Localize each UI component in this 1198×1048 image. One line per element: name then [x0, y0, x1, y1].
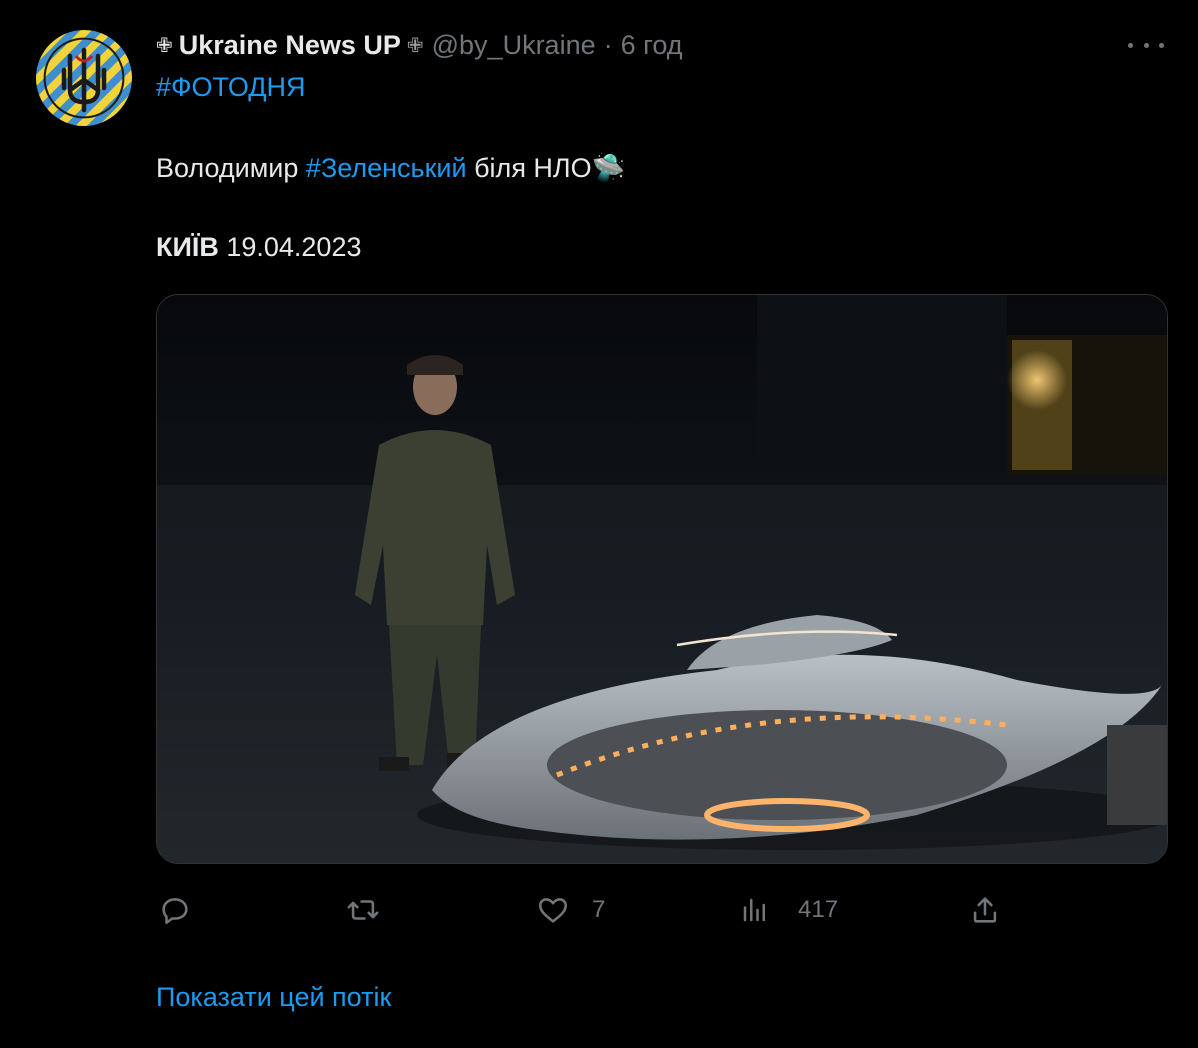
share-button[interactable] [968, 888, 1002, 932]
body-text: біля НЛО [466, 153, 592, 183]
like-count: 7 [592, 896, 606, 923]
views-button[interactable]: 417 [740, 888, 838, 932]
reply-icon [162, 898, 188, 925]
more-options-icon[interactable] [1128, 32, 1164, 58]
tweet-time[interactable]: 6 год [621, 30, 683, 61]
views-icon [743, 898, 765, 922]
cross-icon: ✙ [156, 34, 173, 57]
body-text: Володимир [156, 153, 306, 183]
heart-icon [538, 898, 568, 923]
avatar[interactable] [36, 30, 132, 126]
separator: · [603, 29, 613, 60]
hashtag-zelensky[interactable]: #Зеленський [306, 153, 467, 183]
tweet-actions: 7 417 [0, 888, 1198, 932]
like-button[interactable]: 7 [536, 888, 605, 932]
share-icon [973, 897, 997, 923]
cross-icon: ✙ [406, 34, 424, 57]
author-handle[interactable]: @by_Ukraine [432, 30, 596, 61]
hashtag-photo-of-day[interactable]: #ФОТОДНЯ [156, 72, 306, 103]
tweet-location-date: КИЇВ 19.04.2023 [156, 232, 361, 263]
date: 19.04.2023 [218, 232, 362, 262]
place: КИЇВ [156, 232, 219, 262]
retweet-button[interactable] [345, 888, 403, 932]
reply-button[interactable] [158, 888, 214, 932]
tweet-photo[interactable] [156, 294, 1168, 864]
trident-icon [61, 47, 107, 113]
show-thread-link[interactable]: Показати цей потік [156, 982, 391, 1013]
retweet-icon [347, 900, 379, 920]
tweet-header: ✙ Ukraine News UP ✙ @by_Ukraine · 6 год [156, 28, 683, 62]
author-name[interactable]: Ukraine News UP [179, 30, 401, 61]
views-count: 417 [798, 896, 839, 923]
tweet-body: Володимир #Зеленський біля НЛО🛸 [156, 152, 625, 184]
ufo-emoji-icon: 🛸 [591, 153, 626, 183]
